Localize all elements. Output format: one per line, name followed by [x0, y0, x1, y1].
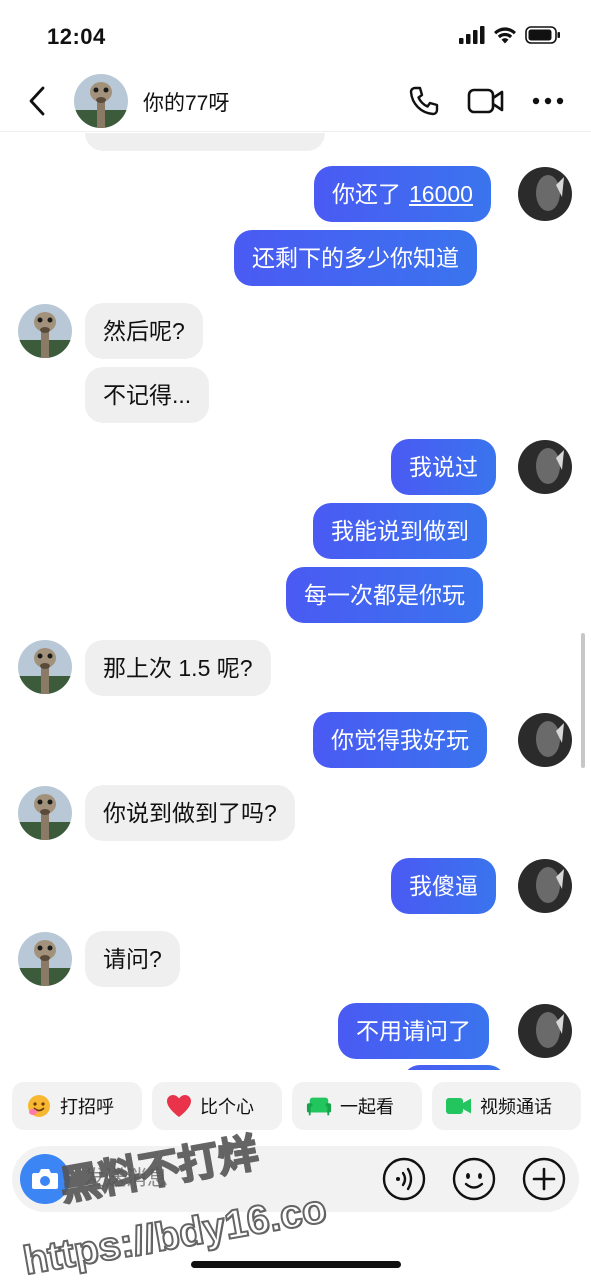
wifi-icon	[494, 27, 516, 44]
contact-message-avatar[interactable]	[18, 932, 72, 986]
message-bubble[interactable]: 每一次都是你玩	[286, 567, 483, 623]
message-bubble[interactable]: 然后呢?	[85, 303, 203, 359]
quick-action-label: 比个心	[200, 1097, 254, 1117]
battery-icon	[525, 26, 560, 44]
message-text: 你说到做到了吗?	[103, 799, 277, 826]
message-bubble[interactable]: 不用请问了	[338, 1003, 489, 1059]
video-call-button[interactable]	[467, 82, 505, 120]
message-bubble[interactable]: 我傻逼	[391, 858, 496, 914]
plus-circle-icon	[522, 1157, 566, 1201]
message-bubble[interactable]: 我说过	[391, 439, 496, 495]
contact-message-avatar[interactable]	[18, 304, 72, 358]
scrollbar[interactable]	[581, 633, 585, 768]
contact-message-avatar[interactable]	[18, 786, 72, 840]
message-text: 我能说到做到	[331, 517, 469, 544]
camera-button[interactable]	[20, 1154, 70, 1204]
emoji-button[interactable]	[451, 1156, 497, 1202]
dark-portrait-avatar-icon	[518, 713, 572, 767]
my-avatar[interactable]	[518, 167, 572, 221]
quick-action-label: 打招呼	[60, 1097, 114, 1117]
message-bubble[interactable]: 请问?	[85, 931, 180, 987]
back-button[interactable]	[22, 84, 52, 118]
message-text: 不用请问了	[356, 1017, 471, 1044]
ostrich-avatar-icon	[18, 640, 72, 694]
contact-name[interactable]: 你的77呀	[143, 87, 229, 117]
quick-action-label: 一起看	[340, 1097, 394, 1117]
voice-call-button[interactable]	[405, 82, 443, 120]
phone-icon	[409, 86, 439, 116]
wave-emoji-icon	[26, 1093, 52, 1119]
message-bubble[interactable]: 你说到做到了吗?	[85, 785, 295, 841]
quick-action-video-call[interactable]: 视频通话	[432, 1082, 581, 1130]
message-bubble[interactable]: 还剩下的多少你知道	[234, 230, 477, 286]
voice-wave-icon	[382, 1157, 426, 1201]
message-list[interactable]: 你还了 16000 还剩下的多少你知道 然后呢? 不记得... 我说过 我能说到…	[0, 133, 591, 1070]
dark-portrait-avatar-icon	[518, 1004, 572, 1058]
message-bubble[interactable]: 你还了 16000	[314, 166, 491, 222]
my-avatar[interactable]	[518, 440, 572, 494]
message-text: 还剩下的多少你知道	[252, 244, 459, 271]
message-bubble[interactable]: 那上次 1.5 呢?	[85, 640, 271, 696]
message-bubble-partial	[402, 1065, 506, 1070]
my-avatar[interactable]	[518, 1004, 572, 1058]
voice-message-button[interactable]	[381, 1156, 427, 1202]
message-bubble-partial	[85, 133, 325, 151]
message-text: 那上次 1.5 呢?	[103, 654, 253, 681]
message-text: 你觉得我好玩	[331, 726, 469, 753]
amount-link[interactable]: 16000	[409, 182, 473, 206]
quick-action-watch-together[interactable]: 一起看	[292, 1082, 422, 1130]
chevron-left-icon	[29, 86, 45, 116]
ostrich-avatar-icon	[18, 304, 72, 358]
home-indicator	[191, 1261, 401, 1268]
message-bubble[interactable]: 我能说到做到	[313, 503, 487, 559]
chat-header: 你的77呀	[0, 70, 591, 132]
more-button[interactable]	[529, 82, 567, 120]
message-text: 我傻逼	[409, 872, 478, 899]
message-input[interactable]	[84, 1160, 364, 1198]
header-actions	[405, 82, 567, 120]
ostrich-avatar-icon	[18, 932, 72, 986]
message-bubble[interactable]: 不记得...	[85, 367, 210, 423]
dark-portrait-avatar-icon	[518, 167, 572, 221]
video-call-icon	[446, 1093, 472, 1119]
status-time: 12:04	[47, 24, 106, 49]
message-composer	[12, 1146, 579, 1212]
smiley-icon	[452, 1157, 496, 1201]
status-icons	[459, 26, 561, 44]
more-dots-icon	[532, 97, 564, 105]
my-avatar[interactable]	[518, 859, 572, 913]
message-text: 我说过	[409, 453, 478, 480]
camera-icon	[32, 1169, 58, 1189]
message-bubble[interactable]: 你觉得我好玩	[313, 712, 487, 768]
message-text: 每一次都是你玩	[304, 581, 465, 608]
message-text: 不记得...	[103, 381, 192, 408]
contact-message-avatar[interactable]	[18, 640, 72, 694]
add-button[interactable]	[521, 1156, 567, 1202]
quick-action-label: 视频通话	[480, 1097, 552, 1117]
quick-action-heart[interactable]: 比个心	[152, 1082, 282, 1130]
message-text: 请问?	[103, 945, 162, 972]
heart-icon	[166, 1093, 192, 1119]
video-camera-icon	[467, 88, 504, 114]
my-avatar[interactable]	[518, 713, 572, 767]
message-text: 然后呢?	[103, 317, 185, 344]
ostrich-avatar-icon	[18, 786, 72, 840]
dark-portrait-avatar-icon	[518, 859, 572, 913]
signal-icon	[459, 26, 485, 44]
composer-actions	[381, 1156, 567, 1202]
dark-portrait-avatar-icon	[518, 440, 572, 494]
quick-actions: 打招呼 比个心 一起看 视频通话	[12, 1082, 581, 1130]
message-text: 你还了	[332, 180, 401, 207]
quick-action-greet[interactable]: 打招呼	[12, 1082, 142, 1130]
contact-avatar[interactable]	[74, 74, 128, 128]
ostrich-avatar-icon	[74, 74, 128, 128]
sofa-icon	[306, 1093, 332, 1119]
status-bar: 12:04	[0, 0, 591, 70]
